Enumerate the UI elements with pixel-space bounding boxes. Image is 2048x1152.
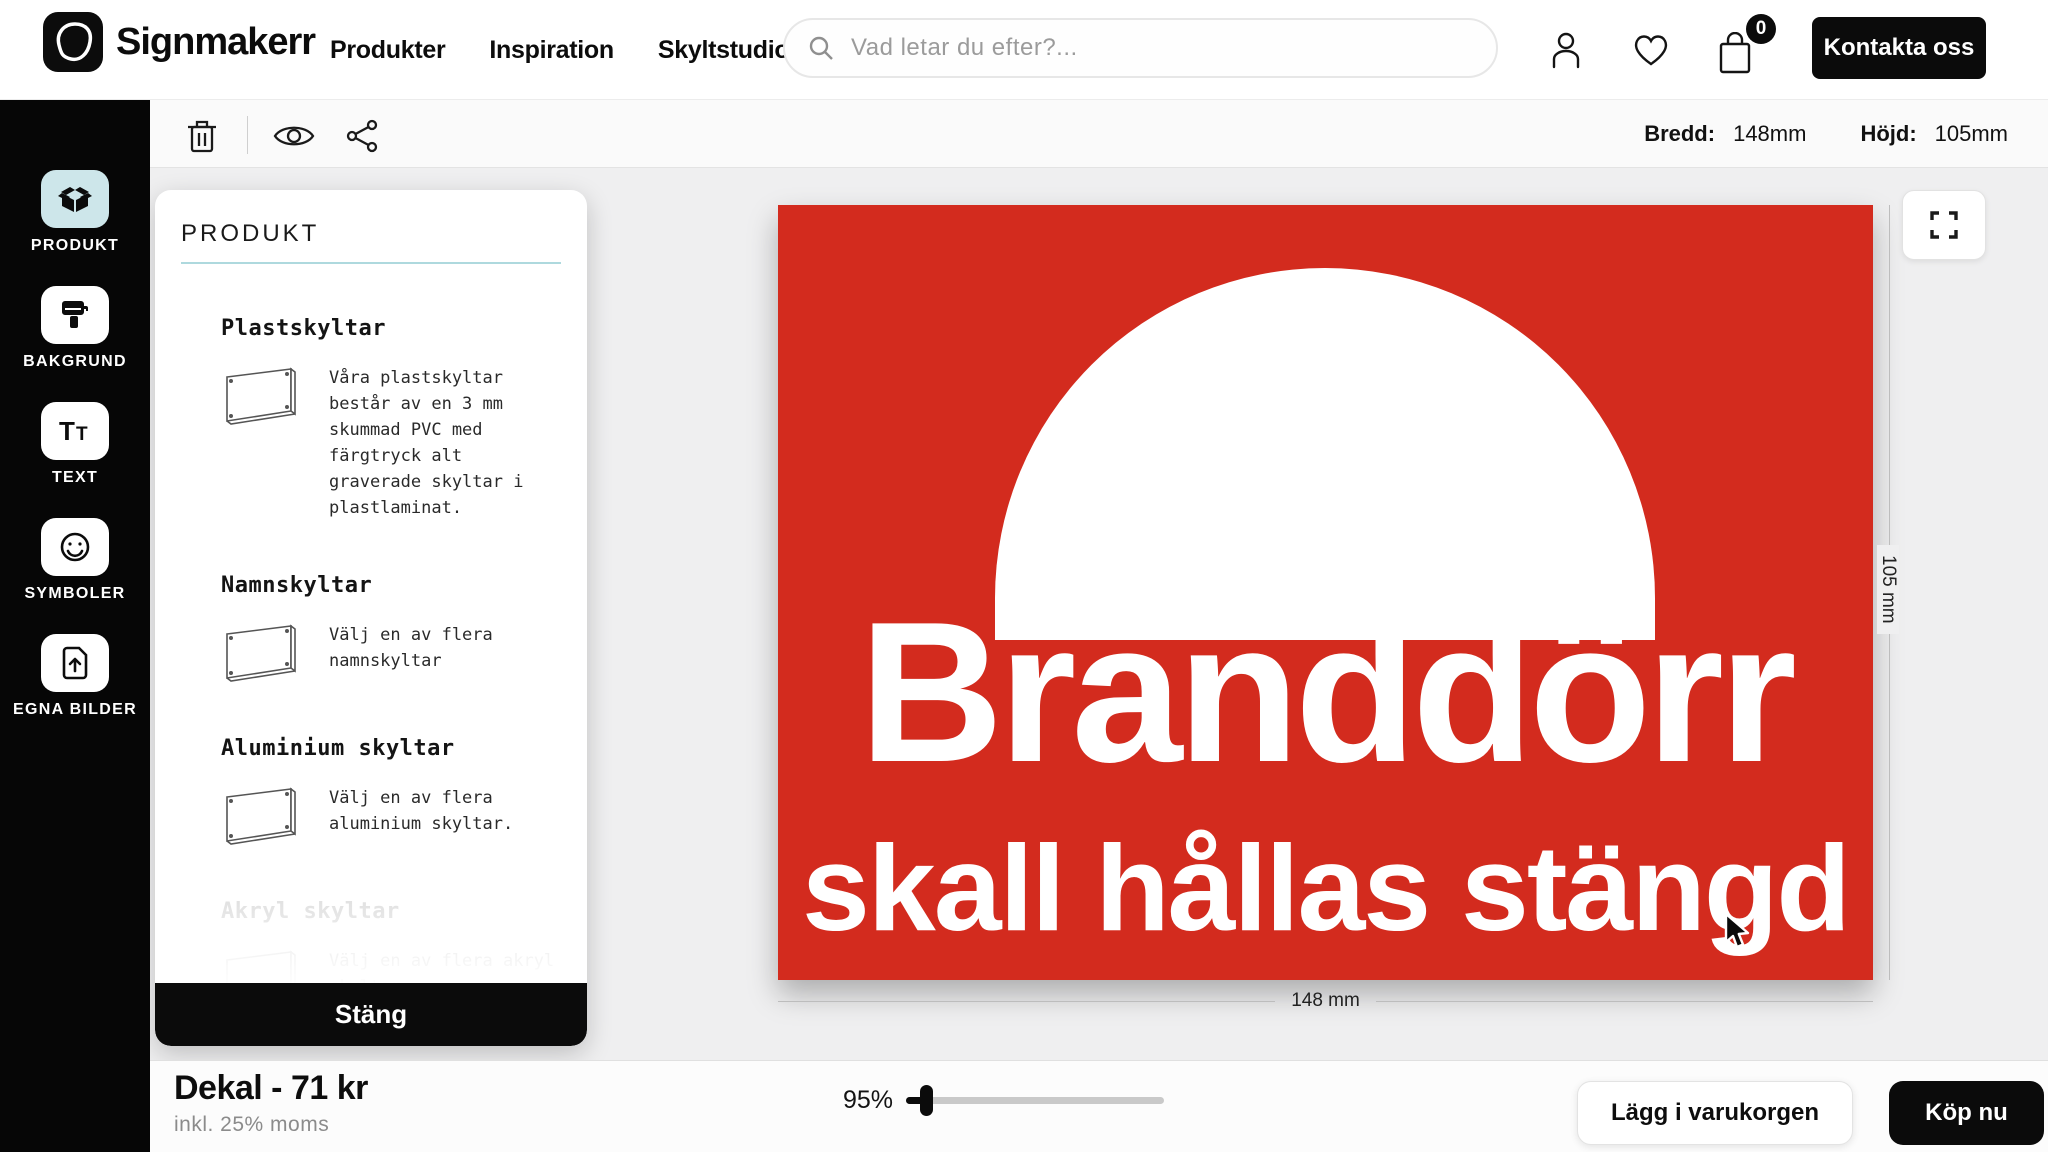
sign-plate-icon — [221, 622, 305, 684]
design-canvas-area: PRODUKT Plastskyltar — [150, 168, 2048, 1060]
header: Signmakerr Produkter Inspiration Skyltst… — [0, 0, 2048, 100]
product-option-namnskyltar[interactable]: Namnskyltar Vä — [221, 573, 561, 684]
buy-now-button[interactable]: Köp nu — [1889, 1081, 2044, 1145]
sidebar-item-bakgrund[interactable]: BAKGRUND — [23, 286, 127, 371]
zoom-slider[interactable] — [906, 1097, 1164, 1104]
product-price: Dekal - 71 kr — [174, 1069, 368, 1108]
svg-text:T: T — [59, 416, 75, 446]
panel-title: PRODUKT — [181, 220, 561, 248]
nav-inspiration[interactable]: Inspiration — [489, 36, 613, 65]
sidebar-item-symboler[interactable]: SYMBOLER — [24, 518, 125, 603]
tool-sidebar: PRODUKT BAKGRUND T T TEXT — [0, 100, 150, 1152]
favorites-icon[interactable] — [1629, 28, 1673, 72]
brand-logo[interactable]: Signmakerr — [42, 11, 315, 73]
footer-bar: Dekal - 71 kr inkl. 25% moms 95% Lägg i … — [150, 1060, 2048, 1152]
zoom-slider-handle[interactable] — [920, 1085, 933, 1116]
sign-plate-icon — [221, 365, 305, 427]
main-nav: Produkter Inspiration Skyltstudion — [330, 0, 804, 100]
image-upload-icon — [41, 634, 109, 692]
sign-canvas[interactable]: Branddörr skall hållas stängd — [778, 205, 1873, 980]
share-button[interactable] — [340, 114, 384, 158]
sidebar-label: TEXT — [52, 469, 98, 487]
fullscreen-button[interactable] — [1902, 190, 1986, 260]
close-panel-button[interactable]: Stäng — [155, 983, 587, 1046]
logo-icon — [42, 11, 104, 73]
svg-text:T: T — [76, 424, 88, 445]
mouse-cursor — [1722, 912, 1756, 952]
sidebar-label: PRODUKT — [31, 237, 119, 255]
height-dimension-label: 105 mm — [1877, 545, 1899, 634]
sidebar-label: EGNA BILDER — [13, 701, 137, 719]
sidebar-label: SYMBOLER — [24, 585, 125, 603]
width-dimension: 148 mm — [778, 990, 1873, 1012]
width-value: 148mm — [1733, 121, 1806, 147]
nav-produkter[interactable]: Produkter — [330, 36, 445, 65]
search-input[interactable] — [849, 33, 1474, 63]
sign-plate-icon — [221, 785, 305, 847]
smiley-icon — [41, 518, 109, 576]
dimension-readout: Bredd: 148mm Höjd: 105mm — [1644, 100, 2008, 168]
box-icon — [41, 170, 109, 228]
product-option-aluminium-skyltar[interactable]: Aluminium skyltar — [221, 736, 561, 847]
toolbar-divider — [247, 116, 248, 154]
sidebar-item-egna-bilder[interactable]: EGNA BILDER — [13, 634, 137, 719]
text-style-icon: T T — [41, 402, 109, 460]
cart-count-badge: 0 — [1746, 14, 1776, 44]
search-icon — [807, 34, 835, 62]
signmaker-app: Signmakerr Produkter Inspiration Skyltst… — [0, 0, 2048, 1152]
product-option-plastskyltar[interactable]: Plastskyltar V — [221, 316, 561, 521]
zoom-value: 95% — [843, 1086, 893, 1115]
delete-button[interactable] — [180, 114, 224, 158]
height-label: Höjd: — [1860, 121, 1916, 147]
canvas-toolbar: Bredd: 148mm Höjd: 105mm — [150, 100, 2048, 168]
vat-note: inkl. 25% moms — [174, 1113, 329, 1137]
preview-button[interactable] — [272, 114, 316, 158]
account-icon[interactable] — [1544, 28, 1588, 72]
search-bar[interactable] — [783, 18, 1498, 78]
brand-name: Signmakerr — [116, 21, 315, 64]
panel-title-underline — [181, 262, 561, 264]
width-dimension-label: 148 mm — [1291, 990, 1360, 1012]
width-label: Bredd: — [1644, 121, 1715, 147]
add-to-cart-button[interactable]: Lägg i varukorgen — [1577, 1081, 1853, 1145]
sign-text-line1[interactable]: Branddörr — [778, 593, 1873, 793]
sidebar-label: BAKGRUND — [23, 353, 127, 371]
sign-text-line2[interactable]: skall hållas stängd — [778, 827, 1873, 949]
paint-brush-icon — [41, 286, 109, 344]
cart-button[interactable]: 0 — [1716, 20, 1768, 80]
product-panel: PRODUKT Plastskyltar — [155, 190, 587, 1046]
sidebar-item-produkt[interactable]: PRODUKT — [31, 170, 119, 255]
contact-button[interactable]: Kontakta oss — [1812, 17, 1986, 79]
height-value: 105mm — [1935, 121, 2008, 147]
sidebar-item-text[interactable]: T T TEXT — [41, 402, 109, 487]
